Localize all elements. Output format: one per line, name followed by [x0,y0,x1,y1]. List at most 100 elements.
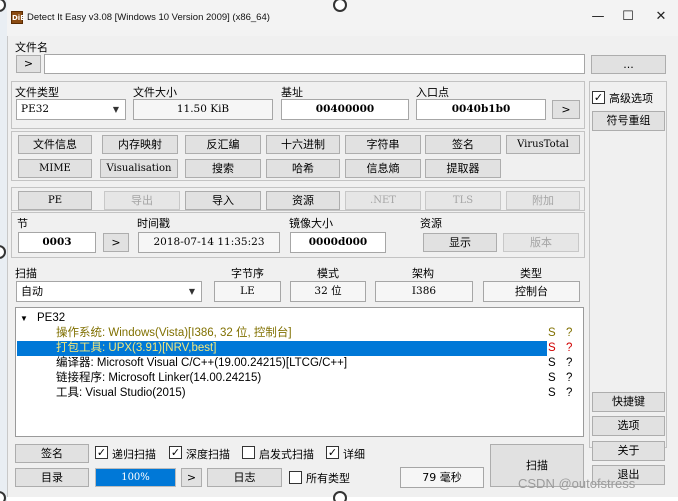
entry-point-go-button[interactable]: > [552,100,580,119]
result-text: 操作系统: Windows(Vista)[I386, 32 位, 控制台] [56,327,292,339]
disassembly-button[interactable]: 反汇编 [185,135,261,154]
heuristic-scan-checkbox[interactable] [242,446,255,459]
advanced-options-checkbox[interactable]: ✓ [592,91,605,104]
image-size-label: 镜像大小 [289,217,333,230]
result-row[interactable]: 编译器: Microsoft Visual C/C++(19.00.24215)… [16,356,583,371]
directory-button[interactable]: 目录 [15,468,89,487]
strings-button[interactable]: 字符串 [345,135,421,154]
file-info-button[interactable]: 文件信息 [18,135,92,154]
file-size-field: 11.50 KiB [133,99,273,120]
memory-map-button[interactable]: 内存映射 [102,135,178,154]
file-type-label: 文件类型 [15,86,59,99]
result-info-link[interactable]: ? [566,371,572,386]
scan-label: 扫描 [15,267,37,280]
about-button[interactable]: 关于 [592,441,665,461]
result-signature-link[interactable]: S [548,386,556,401]
minimize-button[interactable]: — [583,7,613,27]
chevron-down-icon: ▼ [188,287,195,296]
endian-label: 字节序 [231,267,264,280]
resources-label: 资源 [420,217,442,230]
section-go-button[interactable]: > [103,233,129,252]
export-button[interactable]: 导出 [104,191,180,210]
entry-point-field[interactable]: 0040b1b0 [416,99,546,120]
deep-scan-checkbox[interactable]: ✓ [169,446,182,459]
tls-button[interactable]: TLS [425,191,501,210]
result-signature-link[interactable]: S [548,341,556,356]
shortcuts-button[interactable]: 快捷键 [592,392,665,412]
mime-button[interactable]: MIME [18,159,92,178]
scan-time-field: 79 毫秒 [400,467,484,488]
result-signature-link[interactable]: S [548,326,556,341]
result-info-link[interactable]: ? [566,326,572,341]
options-button[interactable]: 选项 [592,416,665,436]
result-signature-link[interactable]: S [548,371,556,386]
file-history-button[interactable]: > [16,55,41,73]
entry-point-label: 入口点 [416,86,449,99]
result-signature-link[interactable]: S [548,356,556,371]
base-address-field[interactable]: 00400000 [281,99,409,120]
file-name-label: 文件名 [15,41,48,54]
import-button[interactable]: 导入 [185,191,261,210]
progress-label: 100% [121,472,150,483]
result-info-link[interactable]: ? [566,356,572,371]
pe-button[interactable]: PE [18,191,92,210]
result-text: 链接程序: Microsoft Linker(14.00.24215) [56,372,262,384]
verbose-checkbox[interactable]: ✓ [326,446,339,459]
virustotal-button[interactable]: VirusTotal [506,135,580,154]
deep-scan-label: 深度扫描 [186,448,230,461]
tree-root-row[interactable]: ▼ PE32 [16,311,583,326]
dotnet-button[interactable]: .NET [345,191,421,210]
file-path-input[interactable] [44,54,585,74]
resources-button[interactable]: 资源 [266,191,340,210]
base-address-label: 基址 [281,86,303,99]
visualisation-button[interactable]: Visualisation [100,159,178,178]
version-button[interactable]: 版本 [503,233,579,252]
resize-handle-bottom [333,491,347,501]
result-info-link[interactable]: ? [566,341,572,356]
show-resources-button[interactable]: 显示 [423,233,497,252]
verbose-label: 详细 [343,448,365,461]
result-row[interactable]: 链接程序: Microsoft Linker(14.00.24215) S ? [16,371,583,386]
scan-mode-select[interactable]: 自动 ▼ [16,281,202,302]
advanced-options-label: 高级选项 [609,92,653,105]
all-types-checkbox[interactable] [289,471,302,484]
symbol-reorg-button[interactable]: 符号重组 [592,111,665,131]
results-tree[interactable]: ▼ PE32 操作系统: Windows(Vista)[I386, 32 位, … [15,307,584,437]
app-icon: DiE [11,11,25,24]
result-row-selected[interactable]: 打包工具: UPX(3.91)[NRV,best] S ? [16,341,583,356]
file-type-select[interactable]: PE32 ▼ [16,99,126,120]
file-size-label: 文件大小 [133,86,177,99]
recursive-scan-checkbox[interactable]: ✓ [95,446,108,459]
timestamp-field: 2018-07-14 11:35:23 [138,232,280,253]
progress-go-button[interactable]: > [181,468,202,487]
hash-button[interactable]: 哈希 [266,159,340,178]
maximize-button[interactable]: ☐ [613,7,643,27]
timestamp-label: 时间戳 [137,217,170,230]
section-label: 节 [17,217,28,230]
signatures-button[interactable]: 签名 [425,135,501,154]
arch-field: I386 [375,281,473,302]
chevron-down-icon: ▼ [112,105,119,114]
scan-mode-value: 自动 [21,285,43,298]
mode-field: 32 位 [290,281,366,302]
signatures-bottom-button[interactable]: 签名 [15,444,89,463]
overlay-button[interactable]: 附加 [506,191,580,210]
result-text: 工具: Visual Studio(2015) [56,387,186,399]
log-button[interactable]: 日志 [207,468,282,487]
hex-button[interactable]: 十六进制 [266,135,340,154]
entropy-button[interactable]: 信息熵 [345,159,421,178]
all-types-label: 所有类型 [306,472,350,485]
extractor-button[interactable]: 提取器 [425,159,501,178]
close-button[interactable]: ✕ [646,7,676,27]
chevron-down-icon[interactable]: ▼ [20,311,28,326]
watermark: CSDN @outofstress [518,476,636,491]
browse-file-button[interactable]: ... [591,55,666,74]
image-size-field: 0000d000 [290,232,386,253]
progress-bar: 100% [95,468,176,487]
result-row[interactable]: 工具: Visual Studio(2015) S ? [16,386,583,401]
result-text: 打包工具: UPX(3.91)[NRV,best] [56,342,217,354]
result-info-link[interactable]: ? [566,386,572,401]
file-type-value: PE32 [21,103,50,115]
result-row[interactable]: 操作系统: Windows(Vista)[I386, 32 位, 控制台] S … [16,326,583,341]
search-button[interactable]: 搜索 [185,159,261,178]
